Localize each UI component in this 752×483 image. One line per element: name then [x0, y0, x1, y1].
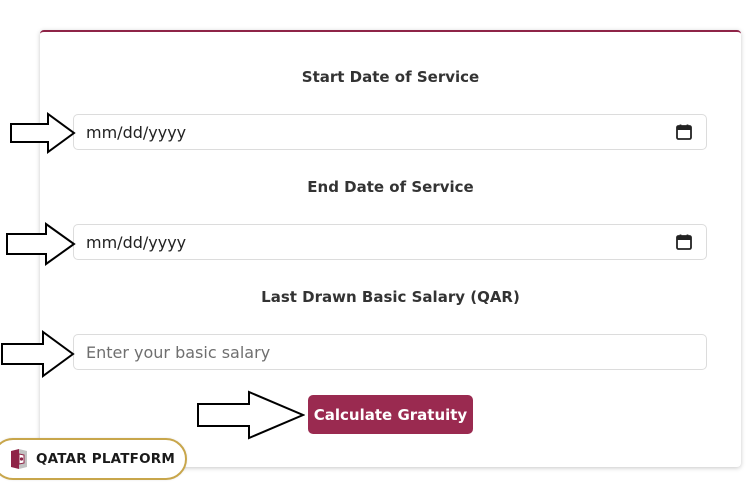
end-date-value: mm/dd/yyyy	[86, 232, 187, 252]
badge-text: QATAR PLATFORM	[36, 451, 176, 467]
start-date-label: Start Date of Service	[301, 68, 480, 86]
start-date-value: mm/dd/yyyy	[86, 122, 187, 142]
salary-input[interactable]: Enter your basic salary	[73, 334, 707, 370]
end-date-input[interactable]: mm/dd/yyyy	[73, 224, 707, 260]
calculate-gratuity-button[interactable]: Calculate Gratuity	[308, 395, 473, 434]
end-date-label: End Date of Service	[307, 178, 474, 196]
page: Start Date of Service mm/dd/yyyy End Dat…	[0, 0, 752, 483]
calendar-icon[interactable]	[674, 232, 694, 252]
arrow-right-icon	[1, 330, 75, 378]
salary-label: Last Drawn Basic Salary (QAR)	[261, 288, 520, 306]
qatar-platform-logo-icon	[11, 449, 27, 469]
arrow-right-icon	[10, 112, 76, 154]
qatar-platform-badge: QATAR PLATFORM	[0, 438, 187, 480]
salary-placeholder: Enter your basic salary	[86, 342, 271, 362]
calendar-icon[interactable]	[674, 122, 694, 142]
arrow-right-icon	[197, 390, 305, 440]
start-date-input[interactable]: mm/dd/yyyy	[73, 114, 707, 150]
arrow-right-icon	[6, 222, 76, 266]
